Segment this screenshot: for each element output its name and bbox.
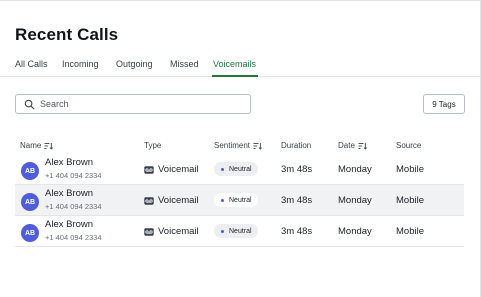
search-input[interactable]: Search [15,94,251,114]
call-duration: 3m 48s [281,164,313,175]
sentiment-label: Neutral [229,227,252,235]
tab-bar: All Calls Incoming Outgoing Missed Voice… [0,58,481,77]
call-date: Monday [338,164,372,175]
sentiment-dot [221,229,224,233]
sort-icon [253,142,262,150]
sort-icon [358,142,367,150]
caller-name: Alex Brown [45,219,94,230]
table-row[interactable]: AB Alex Brown +1 404 094 2334 Voicemail … [15,185,464,216]
table-row[interactable]: AB Alex Brown +1 404 094 2334 Voicemail … [15,154,464,185]
call-type: Voicemail [144,195,199,206]
call-duration: 3m 48s [281,226,313,237]
avatar: AB [21,224,39,242]
search-placeholder: Search [40,99,69,109]
call-date: Monday [338,226,372,237]
avatar: AB [21,162,39,180]
active-tab-indicator [212,75,258,77]
sentiment-badge: Neutral [214,162,258,176]
column-header-name[interactable]: Name [20,141,54,150]
column-label: Date [338,141,355,150]
tab-incoming[interactable]: Incoming [62,59,99,69]
column-header-date[interactable]: Date [338,141,367,150]
search-icon [24,99,35,109]
column-label: Duration [281,141,312,150]
caller-name: Alex Brown [45,188,94,199]
sentiment-label: Neutral [229,196,252,204]
tags-button[interactable]: 9 Tags [423,94,465,114]
column-label: Source [396,141,422,150]
voicemail-icon [144,227,154,236]
sentiment-dot [221,167,224,171]
call-type-label: Voicemail [158,195,199,206]
call-type-label: Voicemail [158,226,199,237]
sentiment-badge: Neutral [214,193,258,207]
tab-all-calls[interactable]: All Calls [15,59,48,69]
column-label: Type [144,141,162,150]
sentiment-label: Neutral [229,165,252,173]
caller-name: Alex Brown [45,157,94,168]
call-source: Mobile [396,226,424,237]
tab-voicemails[interactable]: Voicemails [213,59,256,69]
page-title: Recent Calls [15,25,119,44]
caller-phone: +1 404 094 2334 [45,171,102,180]
column-label: Name [20,141,42,150]
tab-missed[interactable]: Missed [170,59,199,69]
tab-outgoing[interactable]: Outgoing [116,59,153,69]
avatar: AB [21,193,39,211]
call-source: Mobile [396,164,424,175]
column-header-source: Source [396,141,421,150]
caller-phone: +1 404 094 2334 [45,233,102,242]
call-type: Voicemail [144,164,199,175]
call-source: Mobile [396,195,424,206]
call-type-label: Voicemail [158,164,199,175]
table-row[interactable]: AB Alex Brown +1 404 094 2334 Voicemail … [15,216,464,247]
column-header-duration: Duration [281,141,311,150]
column-label: Sentiment [214,141,251,150]
voicemail-icon [144,196,154,205]
call-duration: 3m 48s [281,195,313,206]
call-type: Voicemail [144,226,199,237]
sentiment-dot [221,198,224,202]
sort-icon [44,142,54,150]
sentiment-badge: Neutral [214,224,258,238]
caller-phone: +1 404 094 2334 [45,202,102,211]
call-date: Monday [338,195,372,206]
calls-panel: Recent Calls All Calls Incoming Outgoing… [0,0,481,297]
voicemail-icon [144,165,154,174]
column-header-sentiment[interactable]: Sentiment [214,141,262,150]
column-header-type: Type [144,141,161,150]
